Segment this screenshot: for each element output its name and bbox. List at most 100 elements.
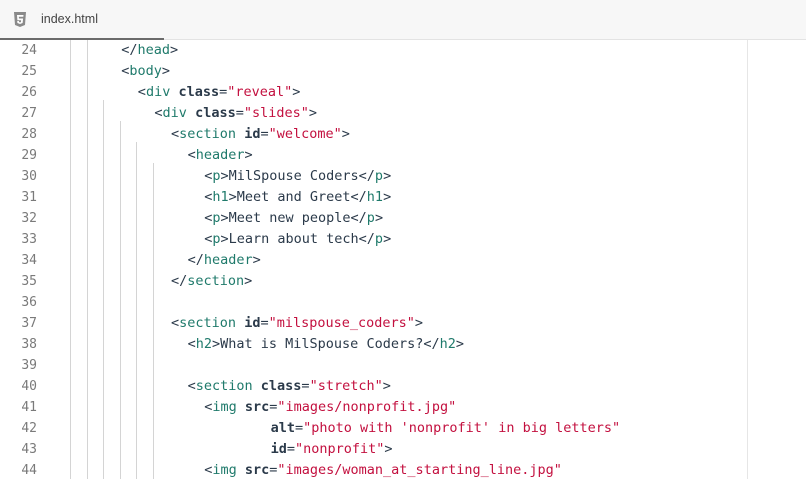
- attribute-value: "milspouse_coders": [268, 315, 415, 331]
- line-number: 38: [21, 337, 37, 352]
- bracket: =: [235, 105, 244, 121]
- tab-bar: index.html: [0, 0, 806, 40]
- bracket: <: [187, 378, 196, 394]
- attribute-name: class: [260, 378, 302, 394]
- bracket: >: [383, 231, 392, 247]
- tag-name: h2: [439, 336, 456, 352]
- bracket: >: [212, 336, 221, 352]
- code-content: id="nonprofit">: [271, 439, 393, 460]
- code-line[interactable]: 25 <body>: [0, 61, 740, 82]
- code-line[interactable]: 41 <img src="images/nonprofit.jpg": [0, 397, 740, 418]
- tab-index-html[interactable]: index.html: [0, 0, 164, 40]
- code-line[interactable]: 30 <p>MilSpouse Coders</p>: [0, 166, 740, 187]
- bracket: >: [220, 210, 229, 226]
- bracket: >: [455, 336, 465, 352]
- tag-name: head: [137, 42, 170, 58]
- text: [236, 126, 244, 142]
- attribute-value: "reveal": [227, 84, 293, 100]
- text: [187, 105, 195, 121]
- attribute-name: src: [244, 399, 270, 415]
- attribute-value: "nonprofit": [295, 441, 385, 457]
- line-number: 37: [21, 316, 37, 331]
- code-content: <div class="reveal">: [138, 82, 301, 103]
- code-content: <section id="milspouse_coders">: [171, 313, 423, 334]
- code-line[interactable]: 28 <section id="welcome">: [0, 124, 740, 145]
- code-content: <img src="images/woman_at_starting_line.…: [204, 460, 562, 479]
- line-number: 31: [21, 190, 37, 205]
- code-line[interactable]: 42 alt="photo with 'nonprofit' in big let…: [0, 418, 740, 439]
- code-content: alt="photo with 'nonprofit' in big lette…: [271, 418, 621, 439]
- code-content: <body>: [121, 61, 170, 82]
- tag-name: p: [374, 168, 384, 184]
- code-content: <p>Learn about tech</p>: [204, 229, 391, 250]
- bracket: <: [171, 126, 180, 142]
- bracket: =: [286, 441, 295, 457]
- bracket: <: [137, 84, 146, 100]
- line-number: 28: [21, 127, 37, 142]
- code-editor[interactable]: 24 </head> 25 <body> 26 <div class="reveal"> 2…: [0, 40, 806, 479]
- attribute-name: class: [195, 105, 236, 121]
- code-line[interactable]: 43 id="nonprofit">: [0, 439, 740, 460]
- bracket: >: [169, 42, 179, 58]
- text: [253, 378, 261, 394]
- code-content: <section class="stretch">: [188, 376, 391, 397]
- attribute-name: id: [270, 441, 287, 457]
- line-number: 43: [21, 442, 37, 457]
- code-line[interactable]: 39: [0, 355, 740, 376]
- code-content: <div class="slides">: [154, 103, 317, 124]
- text: MilSpouse Coders: [228, 168, 359, 184]
- bracket: >: [220, 168, 229, 184]
- line-number: 36: [21, 295, 37, 310]
- tag-name: p: [366, 210, 375, 226]
- code-line[interactable]: 32 <p>Meet new people</p>: [0, 208, 740, 229]
- bracket: <: [171, 315, 180, 331]
- code-line[interactable]: 44 <img src="images/woman_at_starting_lin…: [0, 460, 740, 479]
- bracket: >: [292, 84, 301, 100]
- code-line[interactable]: 40 <section class="stretch">: [0, 376, 740, 397]
- code-line[interactable]: 37 <section id="milspouse_coders">: [0, 313, 740, 334]
- attribute-name: src: [244, 462, 270, 478]
- code-line[interactable]: 26 <div class="reveal">: [0, 82, 740, 103]
- bracket: <: [154, 105, 163, 121]
- tag-name: h2: [195, 336, 212, 352]
- bracket: >: [244, 147, 253, 163]
- bracket: >: [383, 168, 392, 184]
- tag-name: div: [162, 105, 187, 121]
- tag-name: section: [179, 126, 237, 142]
- attribute-value: "slides": [243, 105, 309, 121]
- code-line[interactable]: 31 <h1>Meet and Greet</h1>: [0, 187, 740, 208]
- code-content: </head>: [121, 40, 178, 61]
- code-line[interactable]: 24 </head>: [0, 40, 740, 61]
- attribute-value: "photo with 'nonprofit' in big letters": [303, 420, 621, 436]
- line-number: 33: [21, 232, 37, 247]
- tag-name: img: [212, 399, 237, 415]
- code-line[interactable]: 33 <p>Learn about tech</p>: [0, 229, 740, 250]
- code-content: <h1>Meet and Greet</h1>: [204, 187, 391, 208]
- attribute-name: id: [244, 126, 261, 142]
- bracket: =: [260, 126, 269, 142]
- code-line[interactable]: 29 <header>: [0, 145, 740, 166]
- code-content: </header>: [188, 250, 261, 271]
- line-number: 39: [21, 358, 37, 373]
- bracket: </: [358, 231, 375, 247]
- bracket: >: [228, 189, 237, 205]
- code-line[interactable]: 27 <div class="slides">: [0, 103, 740, 124]
- line-number: 35: [21, 274, 37, 289]
- bracket: </: [423, 336, 440, 352]
- code-line[interactable]: 35 </section>: [0, 271, 740, 292]
- tag-name: header: [203, 252, 253, 268]
- tag-name: header: [195, 147, 245, 163]
- bracket: </: [350, 210, 367, 226]
- code-line[interactable]: 36: [0, 292, 740, 313]
- line-number: 27: [21, 106, 37, 121]
- text: What is MilSpouse Coders?: [220, 336, 424, 352]
- text: Meet new people: [228, 210, 351, 226]
- attribute-value: "stretch": [309, 378, 383, 394]
- code-line[interactable]: 38 <h2>What is MilSpouse Coders?</h2>: [0, 334, 740, 355]
- print-margin-ruler: [747, 40, 748, 479]
- attribute-value: "welcome": [268, 126, 342, 142]
- bracket: <: [187, 336, 196, 352]
- bracket: </: [358, 168, 375, 184]
- attribute-name: id: [244, 315, 261, 331]
- code-line[interactable]: 34 </header>: [0, 250, 740, 271]
